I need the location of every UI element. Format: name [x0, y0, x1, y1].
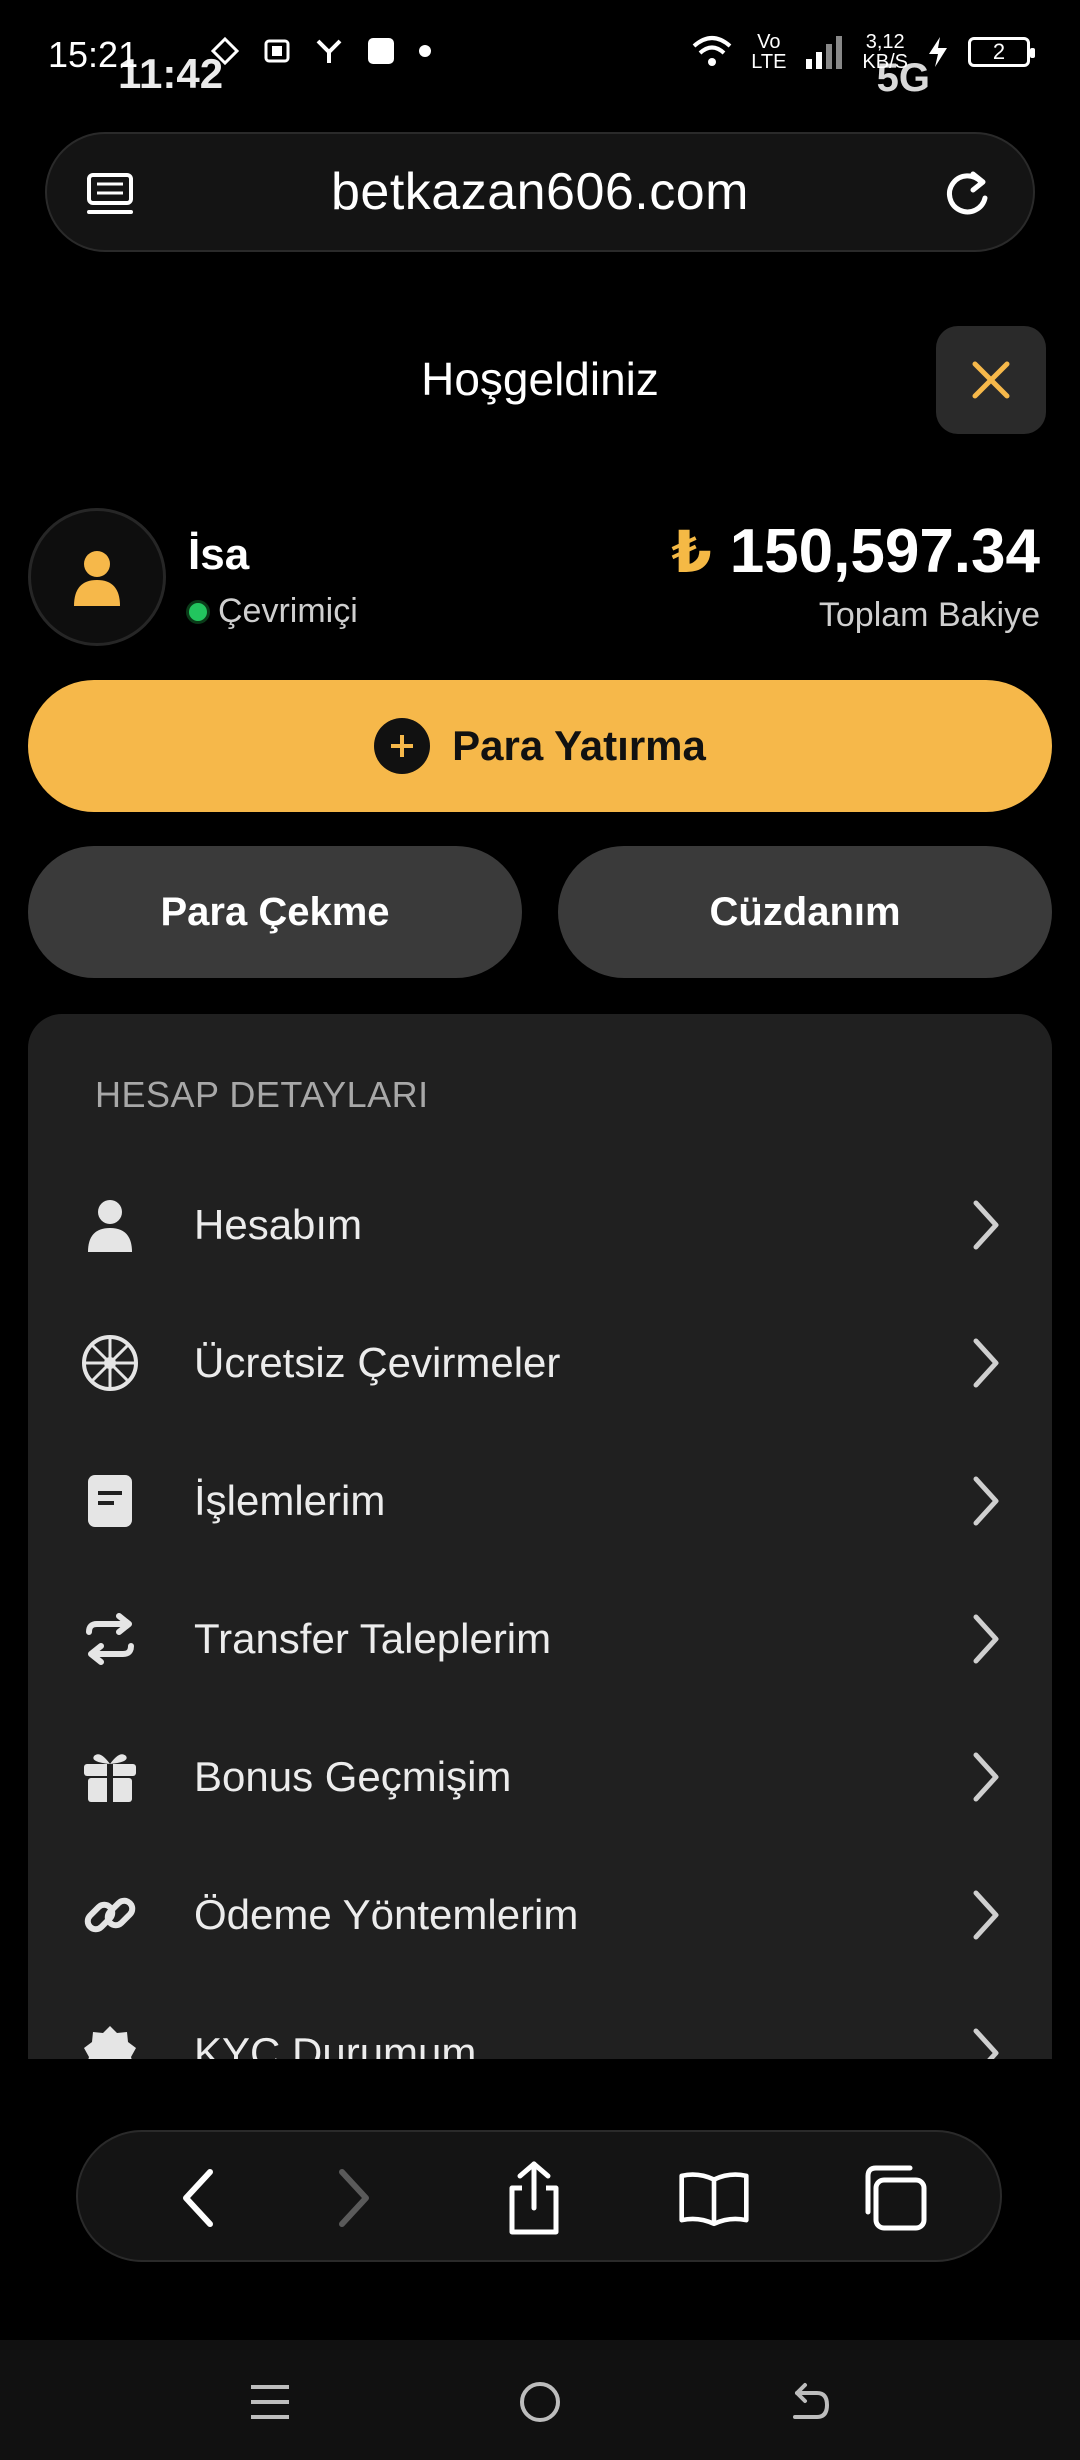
dot-icon — [419, 45, 431, 57]
menu-item-account[interactable]: Hesabım — [28, 1156, 1052, 1294]
page-menu-icon[interactable] — [85, 172, 135, 220]
badge-icon — [78, 2021, 142, 2059]
currency-symbol: ₺ — [671, 519, 712, 585]
app-notification-icon — [264, 39, 290, 63]
wallet-label: Cüzdanım — [709, 889, 901, 934]
balance-amount: 150,597.34 — [729, 517, 1040, 586]
balance: ₺ 150,597.34 — [671, 516, 1040, 587]
book-icon — [679, 2172, 749, 2227]
back-button[interactable] — [162, 2162, 234, 2234]
user-avatar-icon — [74, 551, 120, 606]
chevron-right-icon — [973, 1338, 999, 1388]
online-status-label: Çevrimiçi — [218, 592, 358, 630]
link-icon — [78, 1883, 142, 1947]
chevron-right-icon — [973, 1476, 999, 1526]
balance-label: Toplam Bakiye — [818, 596, 1040, 634]
cellular-signal-icon — [806, 36, 843, 69]
network-type: 5G — [876, 56, 930, 100]
page-title: Hoşgeldiniz — [421, 353, 659, 405]
home-circle-icon — [520, 2382, 560, 2422]
deposit-label: Para Yatırma — [452, 722, 706, 769]
menu-item-bonus-history[interactable]: Bonus Geçmişim — [28, 1708, 1052, 1846]
user-icon — [78, 1193, 142, 1257]
section-title: HESAP DETAYLARI — [95, 1074, 429, 1115]
close-button[interactable] — [936, 326, 1046, 434]
chevron-right-icon — [973, 1890, 999, 1940]
menu-item-label: Ödeme Yöntemlerim — [194, 1891, 579, 1938]
avatar — [28, 508, 166, 646]
wifi-icon — [692, 36, 732, 66]
chevron-right-icon — [973, 2028, 999, 2059]
reload-icon[interactable] — [941, 168, 993, 220]
transfer-icon — [78, 1607, 142, 1671]
status-bar: 15:21 11:42 Vo LTE 3,12 KB/S 2 5G — [0, 0, 1080, 110]
deposit-button[interactable]: Para Yatırma — [28, 680, 1052, 812]
menu-item-payment-methods[interactable]: Ödeme Yöntemlerim — [28, 1846, 1052, 1984]
menu-item-label: İşlemlerim — [194, 1477, 386, 1524]
tabs-button[interactable] — [858, 2162, 930, 2234]
bookmarks-button[interactable] — [678, 2162, 750, 2234]
menu-item-free-spins[interactable]: Ücretsiz Çevirmeler — [28, 1294, 1052, 1432]
home-button[interactable] — [510, 2372, 570, 2432]
close-icon — [972, 361, 1010, 399]
system-navigation-bar — [0, 2340, 1080, 2460]
wheel-icon — [78, 1331, 142, 1395]
chevron-right-icon — [973, 1200, 999, 1250]
volte-indicator: Vo LTE — [751, 31, 787, 73]
system-icons: Vo LTE 3,12 KB/S 2 — [691, 31, 1035, 73]
navigation-icon — [210, 36, 240, 66]
share-icon — [509, 2161, 559, 2235]
system-back-button[interactable] — [780, 2372, 840, 2432]
url-text[interactable]: betkazan606.com — [331, 162, 749, 222]
tabs-icon — [865, 2165, 927, 2231]
account-details-panel: HESAP DETAYLARI Hesabım Ücretsiz Çevirme… — [28, 1014, 1052, 2059]
withdraw-label: Para Çekme — [160, 889, 390, 934]
battery-icon: 2 — [968, 37, 1035, 67]
url-bar[interactable]: betkazan606.com — [45, 132, 1035, 252]
menu-icon — [251, 2385, 289, 2419]
menu-item-label: Hesabım — [194, 1201, 363, 1248]
menu-item-kyc-status[interactable]: KYC Durumum — [28, 1984, 1052, 2059]
menu-item-transfer-requests[interactable]: Transfer Taleplerim — [28, 1570, 1052, 1708]
menu-item-label: Ücretsiz Çevirmeler — [194, 1339, 561, 1386]
user-name: İsa — [188, 530, 250, 579]
gift-icon — [78, 1745, 142, 1809]
chevron-right-icon — [973, 1614, 999, 1664]
status-time-overlay: 11:42 — [118, 50, 224, 97]
app-square-icon — [368, 38, 394, 64]
online-status: Çevrimiçi — [186, 592, 358, 631]
recent-apps-button[interactable] — [240, 2372, 300, 2432]
share-button[interactable] — [498, 2161, 570, 2235]
chevron-left-icon — [183, 2169, 213, 2227]
signal-alert-icon — [316, 39, 342, 63]
notification-icons — [210, 36, 432, 66]
online-dot-icon — [186, 599, 210, 624]
menu-item-label: KYC Durumum — [194, 2029, 477, 2059]
menu-item-transactions[interactable]: İşlemlerim — [28, 1432, 1052, 1570]
menu-item-label: Transfer Taleplerim — [194, 1615, 552, 1662]
forward-button[interactable] — [318, 2162, 390, 2234]
browser-toolbar — [76, 2130, 1002, 2262]
wallet-button[interactable]: Cüzdanım — [558, 846, 1052, 978]
plus-circle-icon — [374, 718, 431, 774]
document-icon — [78, 1469, 142, 1533]
back-arrow-icon — [793, 2383, 830, 2419]
menu-item-label: Bonus Geçmişim — [194, 1753, 512, 1800]
withdraw-button[interactable]: Para Çekme — [28, 846, 522, 978]
chevron-right-icon — [339, 2169, 369, 2227]
chevron-right-icon — [973, 1752, 999, 1802]
